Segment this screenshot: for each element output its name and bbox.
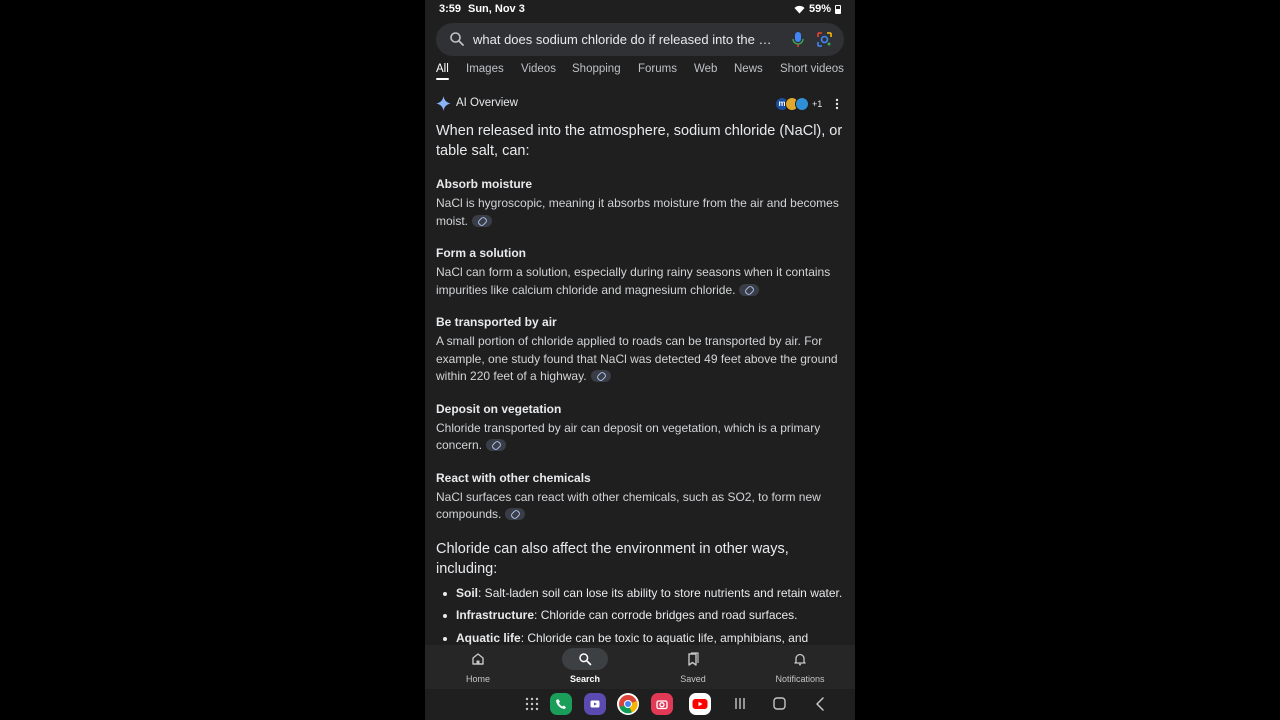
wifi-icon xyxy=(794,5,805,13)
section-body: NaCl surfaces can react with other chemi… xyxy=(436,489,821,522)
source-avatars[interactable]: m +1 xyxy=(775,96,822,111)
search-tabs: All Images Videos Shopping Forums Web Ne… xyxy=(425,60,855,84)
list-item: Infrastructure: Chloride can corrode bri… xyxy=(436,607,844,625)
bullet-term: Infrastructure xyxy=(456,608,535,622)
google-lens-icon[interactable] xyxy=(816,31,833,48)
sparkle-icon xyxy=(436,96,451,111)
section-title: Form a solution xyxy=(436,246,526,260)
app-drawer-icon[interactable] xyxy=(525,697,539,711)
ai-section: Deposit on vegetation Chloride transport… xyxy=(436,401,844,455)
list-item: Soil: Salt-laden soil can lose its abili… xyxy=(436,585,844,603)
ai-overview-label: AI Overview xyxy=(456,97,518,109)
battery-icon xyxy=(835,4,841,14)
chrome-icon[interactable] xyxy=(617,693,639,715)
nav-search-label: Search xyxy=(569,674,601,684)
bullet-text: : Chloride can be toxic to aquatic life,… xyxy=(520,630,809,645)
bullet-term: Aquatic life xyxy=(456,630,521,645)
ai-section: Be transported by air A small portion of… xyxy=(436,314,844,386)
nav-home[interactable]: Home xyxy=(433,645,523,689)
bottom-navigation: Home Search Saved Notifications xyxy=(425,645,855,689)
search-icon xyxy=(450,32,464,46)
search-query[interactable]: what does sodium chloride do if released… xyxy=(473,32,773,47)
bullet-term: Soil xyxy=(456,585,479,600)
saved-icon xyxy=(688,652,699,666)
status-time: 3:59 xyxy=(439,3,462,15)
bell-icon xyxy=(794,653,806,666)
video-app-icon[interactable] xyxy=(584,693,606,715)
section-title: Absorb moisture xyxy=(436,177,533,191)
link-icon[interactable] xyxy=(472,214,493,227)
source-avatar-icon xyxy=(795,96,809,111)
bullet-text: : Chloride can corrode bridges and road … xyxy=(534,608,798,622)
sources-more-count: +1 xyxy=(812,98,823,109)
search-icon xyxy=(579,653,592,666)
search-bar[interactable]: what does sodium chloride do if released… xyxy=(436,23,844,56)
section-text: Chloride transported by air can deposit … xyxy=(436,420,844,455)
ai-intro: When released into the atmosphere, sodiu… xyxy=(436,123,843,159)
tab-videos[interactable]: Videos xyxy=(521,63,556,75)
section-body: A small portion of chloride applied to r… xyxy=(436,334,838,383)
section-text: A small portion of chloride applied to r… xyxy=(436,333,844,386)
nav-saved-label: Saved xyxy=(680,674,706,684)
recent-apps-icon[interactable] xyxy=(734,697,746,710)
section-body: NaCl can form a solution, especially dur… xyxy=(436,265,831,297)
home-button-icon[interactable] xyxy=(773,697,786,710)
phone-app-icon[interactable] xyxy=(550,693,572,715)
status-bar: 3:59 Sun, Nov 3 59% xyxy=(425,0,855,18)
link-icon[interactable] xyxy=(486,439,507,451)
bullet-list: Soil: Salt-laden soil can lose its abili… xyxy=(436,585,844,648)
tab-shopping[interactable]: Shopping xyxy=(572,63,621,75)
nav-home-label: Home xyxy=(465,674,490,684)
nav-saved[interactable]: Saved xyxy=(648,645,738,689)
tab-news[interactable]: News xyxy=(734,63,763,75)
section-title: Be transported by air xyxy=(436,315,557,329)
ai-section: Absorb moisture NaCl is hygroscopic, mea… xyxy=(436,176,844,230)
section-body: NaCl is hygroscopic, meaning it absorbs … xyxy=(436,196,839,228)
phone-screen: 3:59 Sun, Nov 3 59% what does sodium chl… xyxy=(425,0,855,720)
ai-subheading: Chloride can also affect the environment… xyxy=(436,540,789,577)
ai-section: React with other chemicals NaCl surfaces… xyxy=(436,470,844,524)
nav-search[interactable]: Search xyxy=(540,645,630,689)
tab-web[interactable]: Web xyxy=(694,63,717,75)
link-icon[interactable] xyxy=(505,508,526,520)
tab-all[interactable]: All xyxy=(436,63,449,80)
bullet-text: : Salt-laden soil can lose its ability t… xyxy=(478,585,843,600)
nav-notifications[interactable]: Notifications xyxy=(755,645,845,689)
section-text: NaCl is hygroscopic, meaning it absorbs … xyxy=(436,195,844,230)
section-title: Deposit on vegetation xyxy=(436,401,562,416)
section-title: React with other chemicals xyxy=(436,470,591,485)
more-options-icon[interactable] xyxy=(832,97,842,111)
home-icon xyxy=(472,653,484,665)
section-text: NaCl surfaces can react with other chemi… xyxy=(436,489,844,524)
link-icon[interactable] xyxy=(739,283,760,296)
ai-overview-header: AI Overview m +1 xyxy=(436,95,844,113)
camera-app-icon[interactable] xyxy=(651,693,673,715)
nav-notifications-label: Notifications xyxy=(775,674,825,684)
back-icon[interactable] xyxy=(815,697,825,711)
section-text: NaCl can form a solution, especially dur… xyxy=(436,264,844,299)
link-icon[interactable] xyxy=(590,370,611,382)
system-navigation-bar xyxy=(425,689,855,720)
tab-forums[interactable]: Forums xyxy=(638,63,677,75)
status-right: 59% xyxy=(794,3,841,15)
tab-images[interactable]: Images xyxy=(466,63,504,75)
ai-section: Form a solution NaCl can form a solution… xyxy=(436,245,844,299)
youtube-icon[interactable] xyxy=(689,693,711,715)
battery-percent: 59% xyxy=(808,3,831,15)
microphone-icon[interactable] xyxy=(790,31,806,48)
ai-overview-content: When released into the atmosphere, sodiu… xyxy=(436,121,844,652)
status-date: Sun, Nov 3 xyxy=(468,3,525,15)
tab-short-videos[interactable]: Short videos xyxy=(780,63,844,75)
